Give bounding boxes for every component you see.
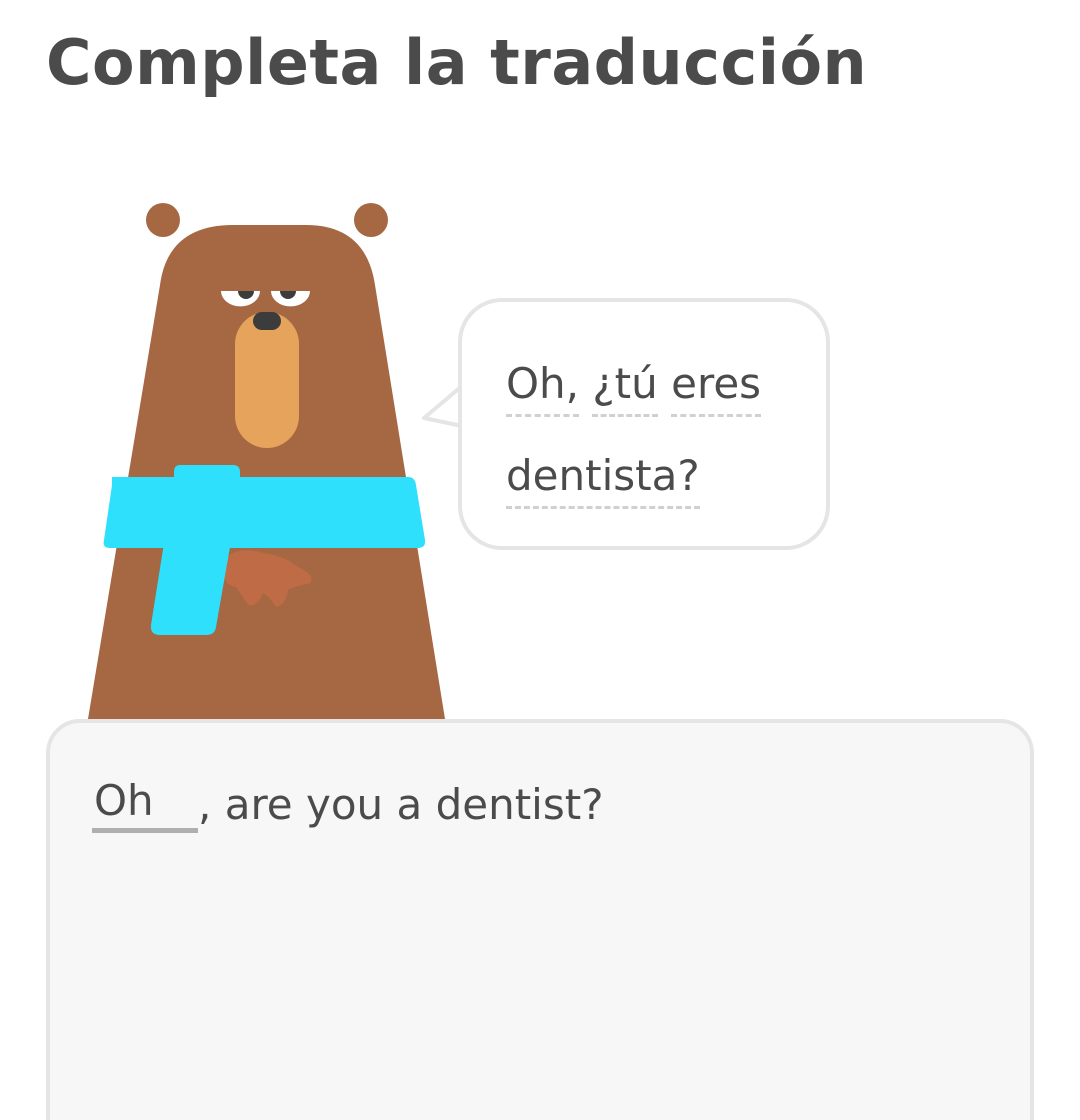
prompt-word[interactable]: Oh, — [506, 358, 580, 417]
prompt-word[interactable]: eres — [671, 358, 762, 417]
answer-sentence: , are you a dentist? — [92, 773, 603, 833]
blank-word-input[interactable] — [92, 773, 198, 833]
speech-bubble: Oh, ¿tú eres dentista? — [458, 298, 830, 550]
page-title: Completa la traducción — [46, 26, 868, 99]
prompt-sentence: Oh, ¿tú eres dentista? — [506, 338, 796, 522]
prompt-word[interactable]: ¿tú — [592, 358, 658, 417]
prompt-word[interactable]: dentista? — [506, 450, 700, 509]
bear-character-icon — [88, 203, 445, 719]
answer-rest-text: , are you a dentist? — [198, 780, 604, 829]
exercise-screen: Completa la traducción Oh, ¿tú eres dent… — [0, 0, 1080, 1120]
translation-answer-box: , are you a dentist? — [46, 719, 1034, 1120]
